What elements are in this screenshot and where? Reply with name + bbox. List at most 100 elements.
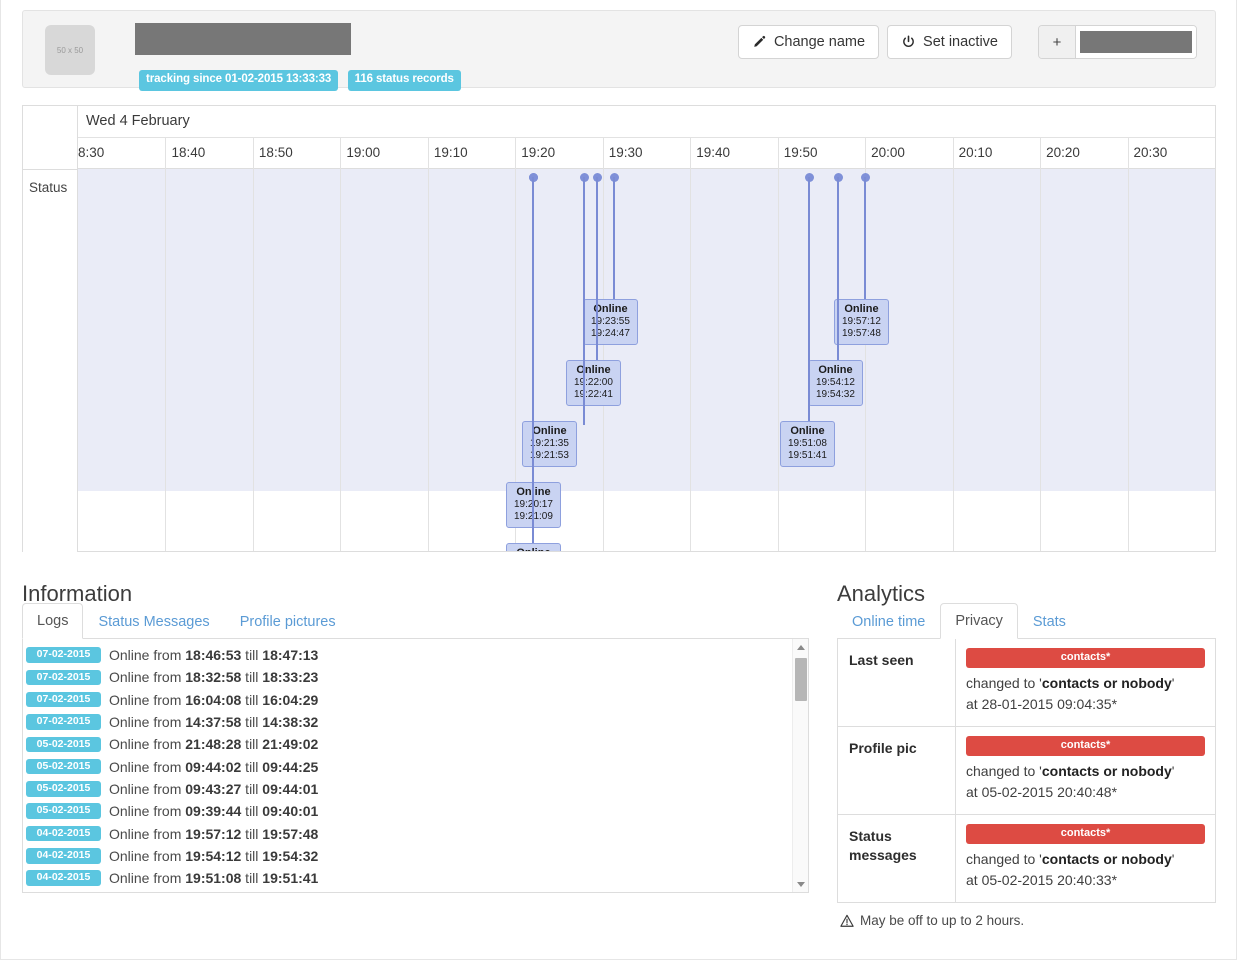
log-row[interactable]: 07-02-2015Online from 18:32:58 till 18:3… — [23, 666, 808, 688]
timeline-event-title: Online — [788, 425, 827, 438]
tab-online-time[interactable]: Online time — [837, 604, 940, 639]
timeline-event-start: 19:51:08 — [788, 438, 827, 450]
scroll-up-icon[interactable] — [793, 639, 809, 655]
privacy-change-timestamp: at 28-01-2015 09:04:35* — [966, 696, 1117, 712]
timeline-event-end: 19:57:48 — [842, 328, 881, 340]
logs-panel: 07-02-2015Online from 18:46:53 till 18:4… — [22, 639, 809, 893]
scrollbar-thumb[interactable] — [795, 658, 807, 701]
timeline-event-stem — [808, 177, 810, 425]
log-row[interactable]: 05-02-2015Online from 09:43:27 till 09:4… — [23, 778, 808, 800]
timeline-event-stem — [864, 177, 866, 303]
log-row[interactable]: 04-02-2015Online from 19:54:12 till 19:5… — [23, 845, 808, 867]
log-row[interactable]: 07-02-2015Online from 18:46:53 till 18:4… — [23, 644, 808, 666]
log-text: Online from 19:57:12 till 19:57:48 — [109, 826, 318, 842]
log-from-time: 16:04:08 — [185, 692, 241, 708]
privacy-change-timestamp: at 05-02-2015 20:40:33* — [966, 872, 1117, 888]
privacy-table: Last seencontacts*changed to 'contacts o… — [837, 639, 1216, 903]
add-entry-input-group: + — [1038, 25, 1197, 59]
information-tabs: LogsStatus MessagesProfile pictures — [22, 603, 809, 639]
timeline-event-box[interactable]: Online19:22:0019:22:41 — [566, 360, 621, 406]
privacy-row: Status messagescontacts*changed to 'cont… — [838, 815, 1215, 902]
log-row[interactable]: 05-02-2015 Online from 09:39:44 till 09:4… — [23, 800, 808, 822]
log-from-time: 19:54:12 — [185, 848, 241, 864]
timeline-event-title: Online — [514, 547, 553, 551]
privacy-row-label: Last seen — [838, 639, 956, 726]
warning-icon — [840, 914, 854, 928]
tab-profile-pictures[interactable]: Profile pictures — [225, 604, 351, 639]
log-from-time: 09:39:44 — [185, 803, 241, 819]
timeline-gridline — [340, 169, 427, 551]
timeline-event-stem — [532, 177, 534, 547]
timeline-gridline — [253, 169, 340, 551]
timeline-event-box[interactable]: Online19:54:1219:54:32 — [808, 360, 863, 406]
log-date-badge: 07-02-2015 — [26, 647, 101, 663]
add-entry-button[interactable]: + — [1039, 26, 1076, 58]
timeline-event-stem — [596, 177, 598, 364]
set-inactive-button[interactable]: Set inactive — [887, 25, 1012, 59]
tab-stats[interactable]: Stats — [1018, 604, 1081, 639]
log-from-time: 18:46:53 — [185, 647, 241, 663]
log-row[interactable]: 05-02-2015Online from 09:44:02 till 09:4… — [23, 755, 808, 777]
timeline-event-box[interactable]: Online19:57:1219:57:48 — [834, 299, 889, 345]
log-to-time: 21:49:02 — [262, 736, 318, 752]
timeline-event-box[interactable]: Online19:51:0819:51:41 — [780, 421, 835, 467]
timeline-event-start: 19:54:12 — [816, 377, 855, 389]
timeline-event-box[interactable]: Online19:20:1419:20:15 — [506, 543, 561, 551]
log-date-badge: 05-02-2015 — [26, 803, 101, 819]
timeline-event-box[interactable]: Online19:21:3519:21:53 — [522, 421, 577, 467]
timeline-event-start: 19:57:12 — [842, 316, 881, 328]
privacy-setting-badge: contacts* — [966, 648, 1205, 668]
timeline-grid[interactable]: Online19:23:5519:24:47 Online19:22:0019:2… — [78, 169, 1215, 551]
log-to-time: 09:44:25 — [262, 759, 318, 775]
logs-list: 07-02-2015Online from 18:46:53 till 18:4… — [23, 644, 808, 889]
pencil-icon — [752, 35, 767, 50]
tracking-since-badge: tracking since 01-02-2015 13:33:33 — [139, 70, 338, 91]
change-name-button[interactable]: Change name — [738, 25, 879, 59]
privacy-row-value: contacts*changed to 'contacts or nobody'… — [956, 815, 1215, 902]
privacy-row-value: contacts*changed to 'contacts or nobody'… — [956, 639, 1215, 726]
log-text: Online from 09:43:27 till 09:44:01 — [109, 781, 318, 797]
timeline-gridline — [1128, 169, 1215, 551]
timeline-event-title: Online — [530, 425, 569, 438]
log-to-time: 19:57:48 — [262, 826, 318, 842]
log-date-badge: 04-02-2015 — [26, 848, 101, 864]
log-from-time: 09:44:02 — [185, 759, 241, 775]
log-row[interactable]: 07-02-2015Online from 14:37:58 till 14:3… — [23, 711, 808, 733]
accuracy-note-label: May be off to up to 2 hours. — [860, 913, 1024, 928]
tab-privacy[interactable]: Privacy — [940, 603, 1018, 639]
timeline-gridline — [78, 169, 165, 551]
timeline-event-stem — [837, 177, 839, 364]
timeline-gridline — [165, 169, 252, 551]
log-text: Online from 09:39:44 till 09:40:01 — [109, 803, 318, 819]
privacy-setting-badge: contacts* — [966, 824, 1205, 844]
log-text: Online from 14:37:58 till 14:38:32 — [109, 714, 318, 730]
timeline-tick-label: 19:50 — [778, 138, 865, 169]
status-records-badge: 116 status records — [348, 70, 461, 91]
timeline-tick-label: 8:30 — [78, 138, 165, 169]
header-badges: tracking since 01-02-2015 13:33:33 116 s… — [139, 69, 461, 91]
privacy-new-value: contacts or nobody — [1042, 675, 1172, 691]
log-row[interactable]: 04-02-2015Online from 19:57:12 till 19:5… — [23, 822, 808, 844]
timeline-event-end: 19:21:53 — [530, 450, 569, 462]
tab-logs[interactable]: Logs — [22, 603, 83, 639]
add-entry-input[interactable] — [1076, 26, 1196, 58]
timeline-gridline — [865, 169, 952, 551]
log-row[interactable]: 05-02-2015Online from 21:48:28 till 21:4… — [23, 733, 808, 755]
timeline-tick-label: 20:20 — [1040, 138, 1127, 169]
timeline-tick-label: 19:40 — [690, 138, 777, 169]
log-row[interactable]: 04-02-2015Online from 19:51:08 till 19:5… — [23, 867, 808, 889]
tab-status-messages[interactable]: Status Messages — [83, 604, 224, 639]
timeline-event-box[interactable]: Online19:23:5519:24:47 — [583, 299, 638, 345]
timeline-tick-label: 19:10 — [428, 138, 515, 169]
scroll-down-icon[interactable] — [793, 876, 809, 892]
timeline-event-stem — [583, 177, 585, 425]
log-from-time: 21:48:28 — [185, 736, 241, 752]
log-from-time: 18:32:58 — [185, 669, 241, 685]
logs-scrollbar[interactable] — [792, 639, 808, 892]
log-row[interactable]: 07-02-2015Online from 16:04:08 till 16:0… — [23, 689, 808, 711]
timeline-gridline — [428, 169, 515, 551]
log-date-badge: 07-02-2015 — [26, 670, 101, 686]
timeline-tick-label: 18:50 — [253, 138, 340, 169]
timeline-date-row — [23, 106, 1215, 138]
timeline-tick-label: 19:00 — [340, 138, 427, 169]
